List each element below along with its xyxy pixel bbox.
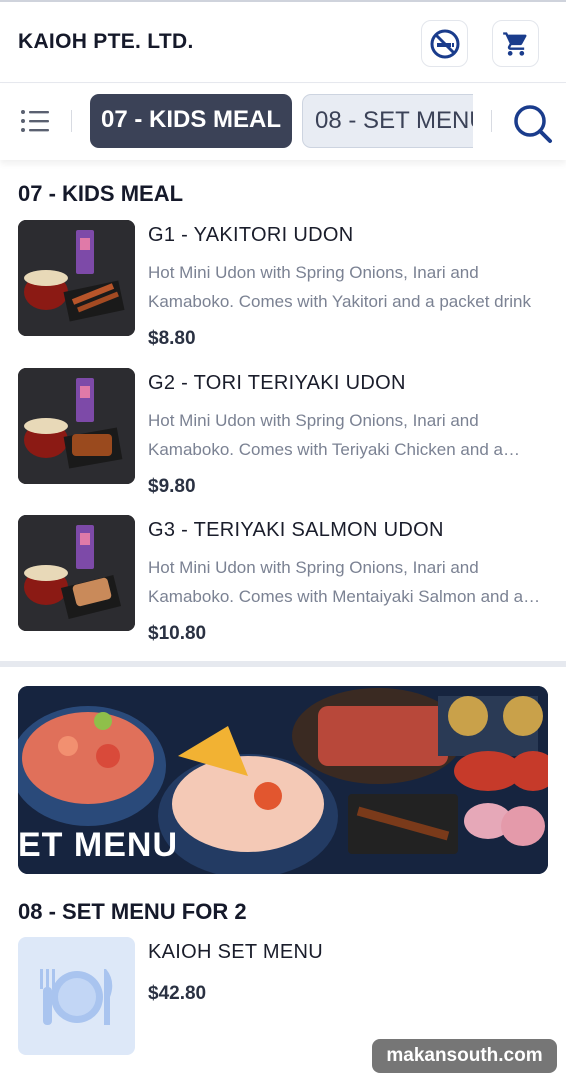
food-image: [18, 515, 135, 631]
item-price: $9.80: [148, 476, 196, 497]
item-name: KAIOH SET MENU: [148, 941, 323, 963]
restaurant-name: KAIOH PTE. LTD.: [18, 30, 194, 53]
menu-item[interactable]: G2 - TORI TERIYAKI UDON Hot Mini Udon wi…: [18, 368, 548, 497]
category-banner: ET MENU: [18, 686, 548, 874]
item-name: G2 - TORI TERIYAKI UDON: [148, 372, 406, 394]
item-description: Hot Mini Udon with Spring Onions, Inari …: [148, 558, 524, 606]
no-smoking-button[interactable]: [421, 20, 468, 67]
item-price: $10.80: [148, 623, 207, 644]
item-name: G1 - YAKITORI UDON: [148, 224, 354, 246]
menu-item[interactable]: G1 - YAKITORI UDON Hot Mini Udon with Sp…: [18, 220, 548, 349]
section-title: 07 - KIDS MEAL: [18, 181, 184, 206]
item-name: G3 - TERIYAKI SALMON UDON: [148, 519, 444, 541]
plate-placeholder-icon: [18, 937, 135, 1055]
section-title: 08 - SET MENU FOR 2: [18, 899, 247, 924]
menu-item[interactable]: G3 - TERIYAKI SALMON UDON Hot Mini Udon …: [18, 515, 548, 644]
no-smoking-icon: [430, 29, 459, 58]
cart-icon: [502, 31, 527, 56]
cart-button[interactable]: [492, 20, 539, 67]
list-icon[interactable]: [20, 108, 50, 134]
tab-kids-meal[interactable]: 07 - KIDS MEAL: [90, 94, 293, 148]
item-price: $8.80: [148, 328, 196, 349]
item-description: Hot Mini Udon with Spring Onions, Inari …: [148, 411, 503, 459]
category-tabs: 07 - KIDS MEAL08 - SET MENU FOR 2: [90, 94, 473, 148]
watermark: makansouth.com: [372, 1039, 557, 1073]
section-divider: [0, 661, 566, 667]
item-price: $42.80: [148, 983, 207, 1004]
food-image: [18, 220, 135, 336]
item-description: Hot Mini Udon with Spring Onions, Inari …: [148, 263, 532, 311]
top-bar: KAIOH PTE. LTD.: [0, 0, 566, 83]
category-bar: 07 - KIDS MEAL08 - SET MENU FOR 2: [0, 84, 566, 160]
banner-title: ET MENU: [18, 826, 178, 864]
tab-set-menu[interactable]: 08 - SET MENU FOR 2: [302, 94, 473, 148]
search-icon[interactable]: [511, 102, 553, 144]
divider: [71, 110, 72, 132]
food-image: [18, 368, 135, 484]
divider: [491, 110, 492, 132]
